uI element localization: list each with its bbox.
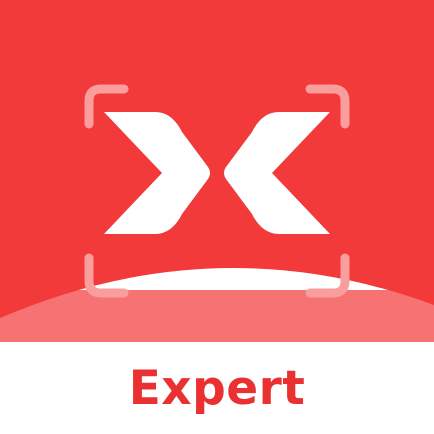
red-background: [0, 0, 434, 318]
app-label: Expert: [0, 342, 434, 434]
app-label-text: Expert: [128, 360, 306, 416]
app-icon[interactable]: Expert: [0, 0, 434, 434]
light-red-band: [0, 290, 434, 350]
